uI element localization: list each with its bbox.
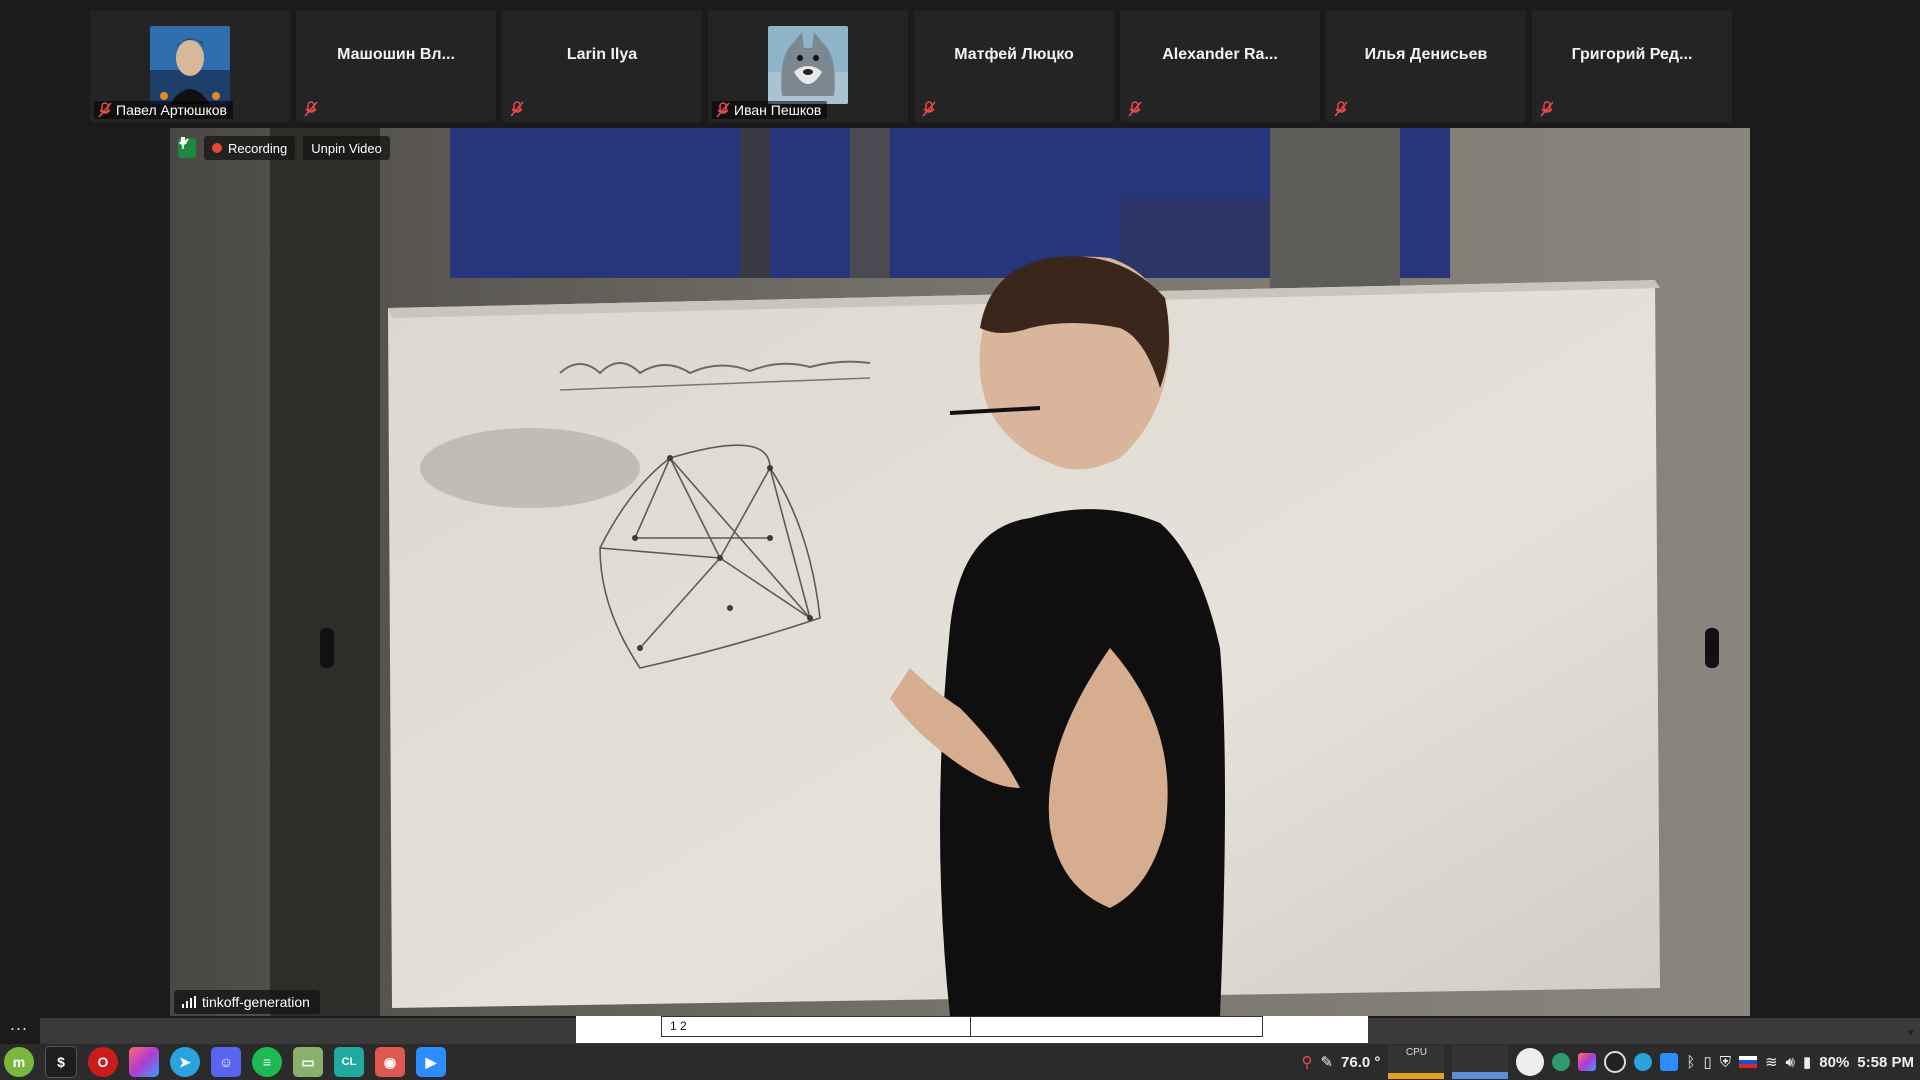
workspace-label: 1 2 [662, 1017, 971, 1036]
memory-monitor[interactable] [1452, 1045, 1509, 1079]
speaker-name: tinkoff-generation [202, 994, 310, 1010]
participant-name: Larin Ilya [566, 46, 638, 63]
participant-tile[interactable]: Иван Пешков [708, 10, 908, 122]
participant-tile[interactable]: Павел Артюшков [90, 10, 290, 122]
location-pin-icon[interactable]: ⚲ [1301, 1053, 1312, 1071]
participant-name: Машошин Вл... [337, 46, 455, 63]
shield-tray-icon[interactable]: ⛨ [1720, 1054, 1731, 1071]
avatar [768, 26, 848, 104]
participant-tile[interactable]: Машошин Вл... [296, 10, 496, 122]
workspace-switcher[interactable]: 1 2 [661, 1016, 1263, 1037]
taskbar: m $ O ➤ ☺ ≡ ▭ CL ◉ ▶ ⚲ ✎ 76.0 ° CPU ᛒ ▯ … [0, 1044, 1920, 1080]
main-video[interactable]: Recording Unpin Video tinkoff-generation [170, 128, 1750, 1016]
mic-muted-icon [922, 101, 936, 117]
mic-muted-icon [1540, 101, 1554, 117]
mic-muted-icon [510, 101, 524, 117]
discord-icon[interactable]: ☺ [211, 1047, 241, 1077]
obs-icon[interactable] [1604, 1051, 1627, 1073]
opera-icon[interactable]: O [88, 1047, 118, 1077]
signal-strength-icon [182, 996, 196, 1008]
participant-tile[interactable]: Илья Денисьев [1326, 10, 1526, 122]
terminal-icon[interactable]: $ [45, 1046, 77, 1078]
participant-tile[interactable]: Григорий Ред... [1532, 10, 1732, 122]
files-icon[interactable]: ▭ [293, 1047, 323, 1077]
participant-name: Матфей Люцко [954, 46, 1074, 63]
clock[interactable]: 5:58 PM [1857, 1054, 1914, 1071]
bluetooth-icon[interactable]: ᛒ [1686, 1054, 1695, 1071]
participant-name: Alexander Ra... [1162, 46, 1278, 63]
mic-muted-icon [98, 102, 112, 118]
unpin-video-button[interactable]: Unpin Video [179, 136, 390, 160]
unpin-video-label: Unpin Video [311, 140, 382, 156]
participant-name: Иван Пешков [734, 102, 822, 118]
zoom-icon[interactable]: ▶ [416, 1047, 446, 1077]
recording-indicator[interactable]: Recording [204, 136, 296, 160]
spotify-icon[interactable]: ≡ [252, 1047, 282, 1077]
mic-muted-icon [1128, 101, 1142, 117]
participant-tile[interactable]: Alexander Ra... [1120, 10, 1320, 122]
recording-label: Recording [228, 140, 288, 156]
pin-icon [179, 137, 187, 149]
bug-tracker-icon[interactable]: ◉ [375, 1047, 405, 1077]
participant-name: Илья Денисьев [1364, 46, 1488, 63]
mic-muted-icon [716, 102, 730, 118]
mic-muted-icon [1334, 101, 1348, 117]
telegram-tray-icon[interactable] [1634, 1053, 1653, 1071]
vpn-icon[interactable] [1552, 1053, 1571, 1071]
participant-name: Григорий Ред... [1571, 46, 1693, 63]
memory-pie-icon[interactable] [1516, 1048, 1545, 1076]
participant-tile[interactable]: Матфей Люцко [914, 10, 1114, 122]
video-topbar: Recording Unpin Video [178, 136, 390, 160]
participant-tile[interactable]: Larin Ilya [502, 10, 702, 122]
participant-strip: Павел Артюшков Машошин Вл... Larin Ilya [90, 10, 1736, 122]
zoom-window: Павел Артюшков Машошин Вл... Larin Ilya [0, 0, 1920, 1080]
video-frame [170, 128, 1750, 1016]
participant-caption: Иван Пешков [712, 101, 828, 119]
wifi-icon[interactable]: ≋ [1765, 1053, 1778, 1071]
cpu-monitor[interactable]: CPU [1388, 1045, 1445, 1079]
battery-icon[interactable]: ▮ [1803, 1053, 1811, 1071]
scroll-down-icon[interactable]: ▼ [1906, 1028, 1916, 1039]
temperature-readout[interactable]: 76.0 ° [1341, 1054, 1380, 1071]
mic-muted-icon [304, 101, 318, 117]
system-tray: ⚲ ✎ 76.0 ° CPU ᛒ ▯ ⛨ ≋ 🔊︎ ▮ 80% 5:58 PM [1301, 1044, 1920, 1080]
keyboard-layout-flag-icon[interactable] [1738, 1056, 1757, 1068]
temperature-icon: ✎ [1320, 1054, 1334, 1071]
telegram-icon[interactable]: ➤ [170, 1047, 200, 1077]
speaker-name-label: tinkoff-generation [174, 990, 320, 1014]
jetbrains-toolbox-icon[interactable] [1578, 1053, 1597, 1071]
avatar [150, 26, 230, 104]
recording-dot-icon [212, 143, 222, 153]
pycharm-icon[interactable] [129, 1047, 159, 1077]
volume-icon[interactable]: 🔊︎ [1786, 1054, 1795, 1071]
cpu-label: CPU [1405, 1047, 1427, 1058]
battery-percentage[interactable]: 80% [1819, 1054, 1849, 1071]
participant-name: Павел Артюшков [116, 102, 227, 118]
zoom-tray-icon[interactable] [1660, 1053, 1679, 1071]
participant-caption: Павел Артюшков [94, 101, 233, 119]
mint-menu-icon[interactable]: m [4, 1047, 34, 1077]
more-options-button[interactable]: ... [10, 1014, 28, 1035]
clion-icon[interactable]: CL [334, 1047, 364, 1077]
clipboard-icon[interactable]: ▯ [1703, 1053, 1711, 1071]
